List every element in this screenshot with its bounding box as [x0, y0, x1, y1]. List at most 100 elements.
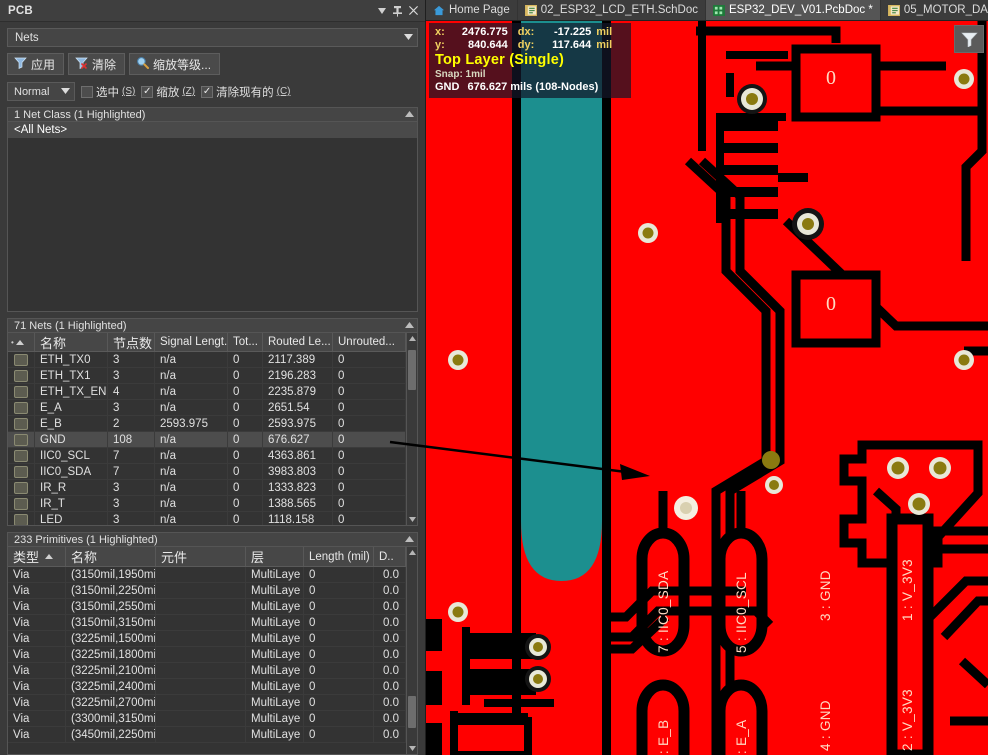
primitives-col-component[interactable]: 元件: [156, 547, 246, 566]
net-color-swatch-box[interactable]: [14, 417, 28, 430]
select-checkbox[interactable]: 选中 (S): [81, 84, 135, 100]
net-color-swatch[interactable]: [8, 416, 35, 431]
zoom-checkbox[interactable]: ✓ 缩放 (Z): [141, 84, 195, 100]
table-row[interactable]: ETH_TX1 3 n/a 0 2196.283 0: [8, 368, 406, 384]
net-color-swatch-box[interactable]: [14, 369, 28, 382]
net-color-swatch-box[interactable]: [14, 401, 28, 414]
filter-icon[interactable]: [954, 25, 984, 53]
pcb-canvas[interactable]: 0 0 7 : IIC0_SDA 5 : IIC0_SCL 3 : GND 1 …: [426, 21, 988, 755]
table-row[interactable]: IIC0_SCL 7 n/a 0 4363.861 0: [8, 448, 406, 464]
nets-col-total[interactable]: Tot...: [228, 333, 263, 351]
pin-icon[interactable]: [390, 3, 405, 19]
net-color-swatch[interactable]: [8, 480, 35, 495]
net-node-count: 108: [108, 432, 155, 447]
nets-col-name[interactable]: 名称: [35, 333, 108, 351]
table-row[interactable]: Via (3225mil,2400mil) MultiLaye 0 0.0: [8, 679, 406, 695]
nets-col-nodes[interactable]: 节点数: [108, 333, 155, 351]
mode-combo[interactable]: Normal: [7, 82, 75, 101]
scroll-down-icon[interactable]: [407, 743, 418, 754]
table-row[interactable]: Via (3225mil,1500mil) MultiLaye 0 0.0: [8, 631, 406, 647]
table-row[interactable]: Via (3225mil,1800mil) MultiLaye 0 0.0: [8, 647, 406, 663]
table-row[interactable]: ETH_TX0 3 n/a 0 2117.389 0: [8, 352, 406, 368]
table-row[interactable]: Via (3150mil,2550mil) MultiLaye 0 0.0: [8, 599, 406, 615]
net-color-swatch-box[interactable]: [14, 449, 28, 462]
table-row[interactable]: Via (3450mil,2250mil) MultiLaye 0 0.0: [8, 727, 406, 743]
net-color-swatch[interactable]: [8, 400, 35, 415]
clear-existing-checkbox[interactable]: ✓ 清除现有的 (C): [201, 84, 291, 100]
primitives-scroll-track[interactable]: [407, 558, 418, 743]
dropdown-menu-icon[interactable]: [374, 3, 389, 19]
table-row[interactable]: Via (3225mil,2700mil) MultiLaye 0 0.0: [8, 695, 406, 711]
net-color-swatch-box[interactable]: [14, 433, 28, 446]
document-tab[interactable]: Home Page: [426, 0, 518, 20]
table-row[interactable]: LED 3 n/a 0 1118.158 0: [8, 512, 406, 525]
zoom-level-button[interactable]: 缩放等级...: [129, 53, 221, 75]
nets-col-swatch[interactable]: •: [8, 333, 35, 351]
net-color-swatch[interactable]: [8, 352, 35, 367]
primitives-col-name[interactable]: 名称: [66, 547, 156, 566]
list-item[interactable]: <All Nets>: [8, 122, 417, 138]
net-color-swatch-box[interactable]: [14, 513, 28, 525]
net-name: E_B: [35, 416, 108, 431]
table-row[interactable]: ETH_TX_EN 4 n/a 0 2235.879 0: [8, 384, 406, 400]
net-color-swatch[interactable]: [8, 384, 35, 399]
net-color-swatch[interactable]: [8, 496, 35, 511]
primitives-table[interactable]: 类型 名称 元件 层 Length (mil) D.. Via (3150mil,…: [7, 547, 407, 755]
scroll-down-icon[interactable]: [407, 514, 418, 525]
table-row[interactable]: Via (3300mil,3150mil) MultiLaye 0 0.0: [8, 711, 406, 727]
primitive-type: Via: [8, 599, 66, 614]
primitives-col-length[interactable]: Length (mil): [304, 547, 374, 566]
table-row[interactable]: Via (3150mil,1950mil) MultiLaye 0 0.0: [8, 567, 406, 583]
nets-section: 71 Nets (1 Highlighted) • 名称 节点数 Signal …: [0, 312, 425, 526]
nets-group-header[interactable]: 71 Nets (1 Highlighted): [7, 318, 418, 333]
nets-col-signal-length[interactable]: Signal Lengt...: [155, 333, 228, 351]
apply-button[interactable]: 应用: [7, 53, 65, 75]
table-row[interactable]: Via (3150mil,2250mil) MultiLaye 0 0.0: [8, 583, 406, 599]
net-color-swatch-box[interactable]: [14, 353, 28, 366]
table-row[interactable]: IR_R 3 n/a 0 1333.823 0: [8, 480, 406, 496]
nets-scroll-track[interactable]: [407, 344, 418, 514]
netclass-list[interactable]: <All Nets>: [7, 122, 418, 312]
table-row[interactable]: GND 108 n/a 0 676.627 0: [8, 432, 406, 448]
net-color-swatch-box[interactable]: [14, 481, 28, 494]
table-row[interactable]: Via (3150mil,3150mil) MultiLaye 0 0.0: [8, 615, 406, 631]
document-tab[interactable]: 05_MOTOR_DAC_TP.SchDoc: [881, 0, 988, 20]
object-type-combo[interactable]: Nets: [7, 28, 418, 47]
document-tab[interactable]: 02_ESP32_LCD_ETH.SchDoc: [518, 0, 706, 20]
nets-scroll-thumb[interactable]: [407, 350, 416, 390]
primitives-col-d[interactable]: D..: [374, 547, 406, 566]
primitives-col-type[interactable]: 类型: [8, 547, 66, 566]
clear-button[interactable]: 清除: [68, 53, 126, 75]
net-color-swatch[interactable]: [8, 512, 35, 525]
table-row[interactable]: E_A 3 n/a 0 2651.54 0: [8, 400, 406, 416]
nets-table[interactable]: • 名称 节点数 Signal Lengt... Tot... Routed L…: [7, 333, 407, 526]
net-color-swatch[interactable]: [8, 448, 35, 463]
table-row[interactable]: Via (3225mil,2100mil) MultiLaye 0 0.0: [8, 663, 406, 679]
collapse-caret-icon[interactable]: [405, 110, 414, 119]
scroll-up-icon[interactable]: [407, 333, 418, 344]
nets-scrollbar[interactable]: [407, 333, 418, 526]
primitives-scrollbar[interactable]: [407, 547, 418, 755]
net-color-swatch[interactable]: [8, 368, 35, 383]
primitive-type: Via: [8, 695, 66, 710]
net-color-swatch[interactable]: [8, 432, 35, 447]
table-row[interactable]: IIC0_SDA 7 n/a 0 3983.803 0: [8, 464, 406, 480]
document-tab[interactable]: ESP32_DEV_V01.PcbDoc *: [705, 0, 881, 20]
primitives-col-layer[interactable]: 层: [246, 547, 304, 566]
primitive-length: 0: [304, 647, 374, 662]
net-color-swatch[interactable]: [8, 464, 35, 479]
collapse-caret-icon[interactable]: [405, 535, 414, 544]
close-icon[interactable]: [406, 3, 421, 19]
table-row[interactable]: IR_T 3 n/a 0 1388.565 0: [8, 496, 406, 512]
collapse-caret-icon[interactable]: [405, 321, 414, 330]
table-row[interactable]: E_B 2 2593.975 0 2593.975 0: [8, 416, 406, 432]
net-color-swatch-box[interactable]: [14, 465, 28, 478]
primitives-group-header[interactable]: 233 Primitives (1 Highlighted): [7, 532, 418, 547]
nets-col-unrouted[interactable]: Unrouted...: [333, 333, 406, 351]
nets-col-routed-length[interactable]: Routed Le...: [263, 333, 333, 351]
primitives-scroll-thumb[interactable]: [407, 696, 416, 728]
net-color-swatch-box[interactable]: [14, 497, 28, 510]
netclass-group-header[interactable]: 1 Net Class (1 Highlighted): [7, 107, 418, 122]
scroll-up-icon[interactable]: [407, 547, 418, 558]
net-color-swatch-box[interactable]: [14, 385, 28, 398]
